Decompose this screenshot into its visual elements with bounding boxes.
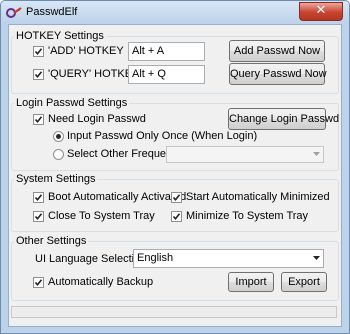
chevron-down-icon <box>313 256 320 260</box>
system-settings-title: System Settings <box>16 173 96 185</box>
check-icon <box>172 194 181 202</box>
minimize-to-tray-label: Minimize To System Tray <box>186 210 309 222</box>
check-icon <box>172 213 181 221</box>
radio-selected-dot <box>56 134 61 139</box>
auto-backup-checkbox[interactable] <box>33 277 44 288</box>
close-to-tray-checkbox[interactable] <box>33 211 44 222</box>
frequency-select[interactable] <box>166 146 324 163</box>
status-bar <box>11 306 337 318</box>
passwdelf-app-icon <box>6 7 22 18</box>
check-icon <box>34 279 43 287</box>
minimize-to-tray-checkbox[interactable] <box>171 211 182 222</box>
export-button[interactable]: Export <box>281 272 327 292</box>
start-minimized-label: Start Automatically Minimized <box>186 191 330 203</box>
check-icon <box>34 71 43 79</box>
query-passwd-now-button[interactable]: Query Passwd Now <box>229 63 327 85</box>
import-button[interactable]: Import <box>228 272 274 292</box>
change-login-passwd-button[interactable]: Change Login Passwd <box>228 108 339 130</box>
once-label: Input Passwd Only Once (When Login) <box>67 130 258 142</box>
add-passwd-now-button[interactable]: Add Passwd Now <box>229 40 325 62</box>
once-radio[interactable] <box>53 131 64 142</box>
hotkey-settings-title: HOTKEY Settings <box>16 30 104 42</box>
start-minimized-checkbox[interactable] <box>171 192 182 203</box>
check-icon <box>34 48 43 56</box>
add-hotkey-checkbox[interactable] <box>33 46 44 57</box>
query-hotkey-label: 'QUERY' HOTKEY <box>48 68 140 80</box>
boot-activated-checkbox[interactable] <box>33 192 44 203</box>
ui-language-select[interactable]: English <box>133 249 324 268</box>
close-icon: ✕ <box>315 3 327 18</box>
boot-activated-label: Boot Automatically Activated <box>48 191 187 203</box>
query-hotkey-checkbox[interactable] <box>33 69 44 80</box>
add-hotkey-label: 'ADD' HOTKEY <box>48 45 124 57</box>
ui-language-value: English <box>137 252 174 264</box>
query-hotkey-field[interactable]: Alt + Q <box>128 65 205 84</box>
ui-language-label: UI Language Selection <box>35 253 147 265</box>
other-settings-title: Other Settings <box>16 235 87 247</box>
add-hotkey-field[interactable]: Alt + A <box>128 42 205 61</box>
client-area: HOTKEY Settings 'ADD' HOTKEY Alt + A Add… <box>8 24 342 327</box>
check-icon <box>34 116 43 124</box>
close-to-tray-label: Close To System Tray <box>48 210 155 222</box>
check-icon <box>34 213 43 221</box>
window-title: PasswdElf <box>26 6 78 18</box>
other-frequency-radio[interactable] <box>53 149 64 160</box>
close-button[interactable]: ✕ <box>299 2 343 21</box>
chevron-down-icon <box>313 152 320 156</box>
need-login-checkbox[interactable] <box>33 114 44 125</box>
app-window: PasswdElf ✕ HOTKEY Settings 'ADD' HOTKEY… <box>0 0 350 334</box>
title-bar[interactable]: PasswdElf ✕ <box>1 1 349 23</box>
check-icon <box>34 194 43 202</box>
need-login-label: Need Login Passwd <box>48 113 146 125</box>
auto-backup-label: Automatically Backup <box>48 276 154 288</box>
login-passwd-title: Login Passwd Settings <box>16 97 128 109</box>
